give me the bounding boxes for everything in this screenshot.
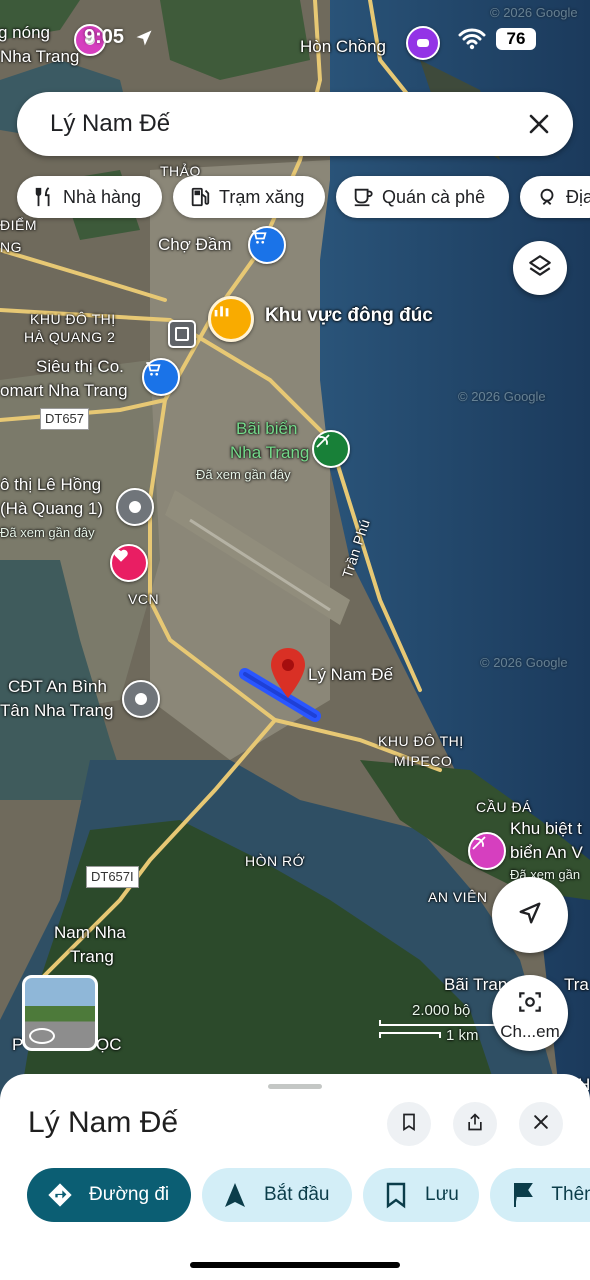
scale-imperial: 2.000 bộ bbox=[412, 1002, 471, 1019]
coffee-cup-icon bbox=[350, 184, 376, 210]
map-label: Khu vực đông đúc bbox=[265, 305, 433, 326]
map-label: Chợ Đầm bbox=[158, 235, 232, 254]
chip-label: Địa bbox=[566, 186, 590, 207]
resort-icon[interactable] bbox=[468, 832, 506, 870]
map-label: Khu biệt t bbox=[510, 819, 582, 838]
home-indicator[interactable] bbox=[190, 1262, 400, 1268]
close-button[interactable] bbox=[519, 1102, 563, 1146]
place-sheet[interactable]: Lý Nam Đế Đường đi Bắt đầu Lưu Thê bbox=[0, 1074, 590, 1280]
share-icon bbox=[465, 1112, 485, 1137]
map-label: Lý Nam Đế bbox=[308, 665, 394, 684]
layers-button[interactable] bbox=[513, 241, 567, 295]
bookmark-icon bbox=[399, 1112, 419, 1137]
map-label: Trang bbox=[70, 947, 114, 966]
fork-knife-icon bbox=[31, 184, 57, 210]
map-label: Đã xem gần đây bbox=[0, 525, 95, 540]
directions-icon bbox=[45, 1180, 75, 1210]
attraction-icon[interactable] bbox=[406, 26, 440, 60]
street-view-thumbnail[interactable] bbox=[22, 975, 98, 1051]
close-icon bbox=[531, 1112, 551, 1137]
road-shield: DT657 bbox=[40, 408, 90, 430]
map-label: (Hà Quang 1) bbox=[0, 499, 103, 518]
map-label: Tân Nha Trang bbox=[0, 701, 114, 720]
scale-metric: 1 km bbox=[446, 1027, 479, 1044]
beach-icon[interactable] bbox=[312, 430, 350, 468]
map-label: Nha Trang bbox=[0, 47, 80, 66]
place-title: Lý Nam Đế bbox=[28, 1106, 179, 1139]
map-label: omart Nha Trang bbox=[0, 381, 128, 400]
map-label: MIPECO bbox=[394, 753, 453, 769]
camera-scan-icon bbox=[517, 989, 543, 1020]
map-label: Tra bbox=[564, 975, 589, 994]
save-action-button[interactable]: Lưu bbox=[363, 1168, 479, 1222]
crowded-area-icon[interactable] bbox=[208, 296, 254, 342]
shopping-cart-icon[interactable] bbox=[142, 358, 180, 396]
place-dot-icon[interactable] bbox=[116, 488, 154, 526]
more-button[interactable]: Thêm bbox=[490, 1168, 590, 1222]
location-arrow-icon bbox=[134, 28, 154, 53]
wifi-icon bbox=[458, 28, 486, 55]
navigation-arrow-icon bbox=[220, 1180, 250, 1210]
map-label: CẦU ĐÁ bbox=[476, 799, 532, 815]
map-label: CĐT An Bình bbox=[8, 677, 107, 696]
directions-label: Đường đi bbox=[89, 1184, 170, 1205]
attraction-icon bbox=[534, 184, 560, 210]
share-button[interactable] bbox=[453, 1102, 497, 1146]
map-label: Bãi biển bbox=[236, 419, 298, 438]
street-view-icon bbox=[29, 1028, 55, 1044]
bookmark-icon bbox=[381, 1180, 411, 1210]
sheet-handle[interactable] bbox=[268, 1084, 322, 1089]
chip-label: Quán cà phê bbox=[382, 186, 486, 207]
chip-gas[interactable]: Trạm xăng bbox=[173, 176, 325, 218]
map-label: Siêu thị Co. bbox=[36, 357, 124, 376]
chip-label: Nhà hàng bbox=[63, 186, 142, 207]
more-label: Thêm bbox=[551, 1184, 590, 1205]
search-bar[interactable]: Lý Nam Đế bbox=[17, 92, 573, 156]
gas-station-icon bbox=[187, 184, 213, 210]
road-shield: DT657I bbox=[86, 866, 139, 888]
search-query[interactable]: Lý Nam Đế bbox=[50, 110, 170, 138]
map-label: HÀ QUANG 2 bbox=[24, 329, 116, 345]
map-copyright: © 2026 Google bbox=[458, 389, 546, 404]
navigation-arrow-icon bbox=[516, 899, 544, 932]
chip-attractions[interactable]: Địa bbox=[520, 176, 590, 218]
status-time: 9:05 bbox=[84, 26, 125, 48]
start-button[interactable]: Bắt đầu bbox=[202, 1168, 352, 1222]
shopping-cart-icon[interactable] bbox=[248, 226, 286, 264]
map-copyright: © 2026 Google bbox=[490, 5, 578, 20]
layers-icon bbox=[527, 253, 553, 284]
save-label: Lưu bbox=[425, 1184, 459, 1205]
map-label: ĐIỂM bbox=[0, 217, 37, 233]
map-label: KHU ĐÔ THỊ bbox=[378, 733, 464, 749]
map-label: ỌC bbox=[96, 1035, 122, 1054]
directions-button[interactable]: Đường đi bbox=[27, 1168, 191, 1222]
flag-icon bbox=[508, 1180, 537, 1210]
screenshot-label: Ch...em bbox=[500, 1021, 560, 1041]
map-label: biển An V bbox=[510, 843, 583, 862]
map-label: AN VIÊN bbox=[428, 889, 488, 905]
chip-restaurants[interactable]: Nhà hàng bbox=[17, 176, 162, 218]
place-dot-icon[interactable] bbox=[122, 680, 160, 718]
close-icon[interactable] bbox=[519, 104, 559, 144]
chip-label: Trạm xăng bbox=[219, 186, 305, 207]
location-pin-icon[interactable] bbox=[270, 648, 306, 698]
map-label: NG bbox=[0, 239, 22, 255]
heart-icon[interactable] bbox=[110, 544, 148, 582]
map-label: Nam Nha bbox=[54, 923, 126, 942]
map-label: Hòn Chồng bbox=[300, 37, 387, 56]
map-label: VCN bbox=[128, 591, 160, 607]
battery-level: 76 bbox=[496, 28, 536, 50]
map-label: ô thị Lê Hồng bbox=[0, 475, 102, 494]
screenshot-search-button[interactable]: Ch...em bbox=[492, 975, 568, 1051]
map-label: HÒN RỚ bbox=[245, 853, 306, 869]
chip-cafe[interactable]: Quán cà phê bbox=[336, 176, 509, 218]
map-copyright: © 2026 Google bbox=[480, 655, 568, 670]
map-label: g nóng bbox=[0, 23, 50, 42]
my-location-button[interactable] bbox=[492, 877, 568, 953]
train-station-icon[interactable] bbox=[168, 320, 196, 348]
map-label: Nha Trang bbox=[230, 443, 310, 462]
save-button[interactable] bbox=[387, 1102, 431, 1146]
map-label: Đã xem gần đây bbox=[196, 467, 291, 482]
start-label: Bắt đầu bbox=[264, 1184, 330, 1205]
